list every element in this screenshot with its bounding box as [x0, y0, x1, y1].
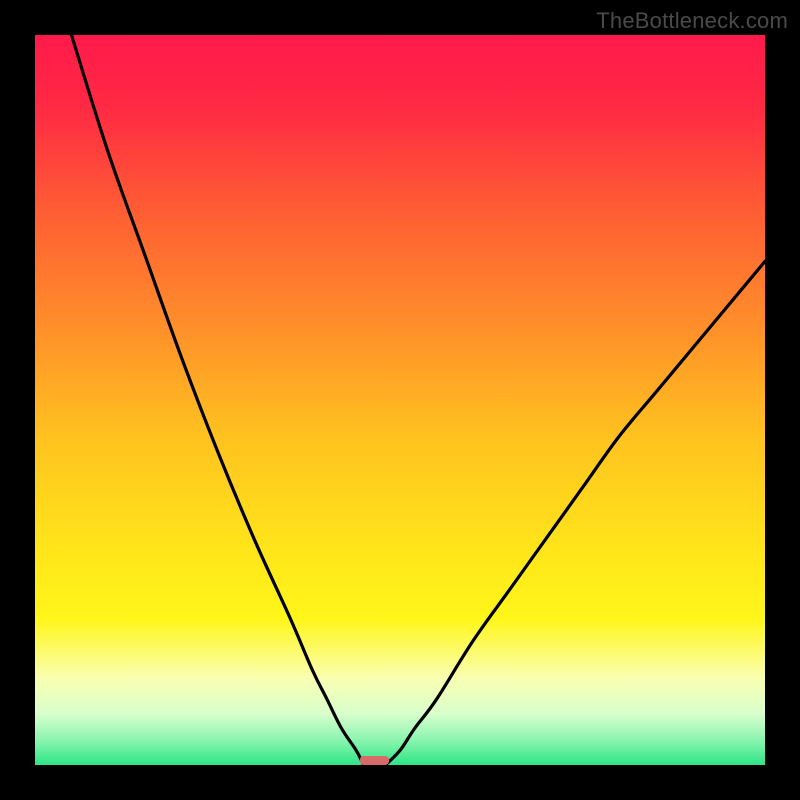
bottom-marker [360, 756, 389, 765]
chart-svg [35, 35, 765, 765]
watermark-text: TheBottleneck.com [596, 8, 788, 34]
gradient-background [35, 35, 765, 765]
plot-area [35, 35, 765, 765]
chart-frame: TheBottleneck.com [0, 0, 800, 800]
